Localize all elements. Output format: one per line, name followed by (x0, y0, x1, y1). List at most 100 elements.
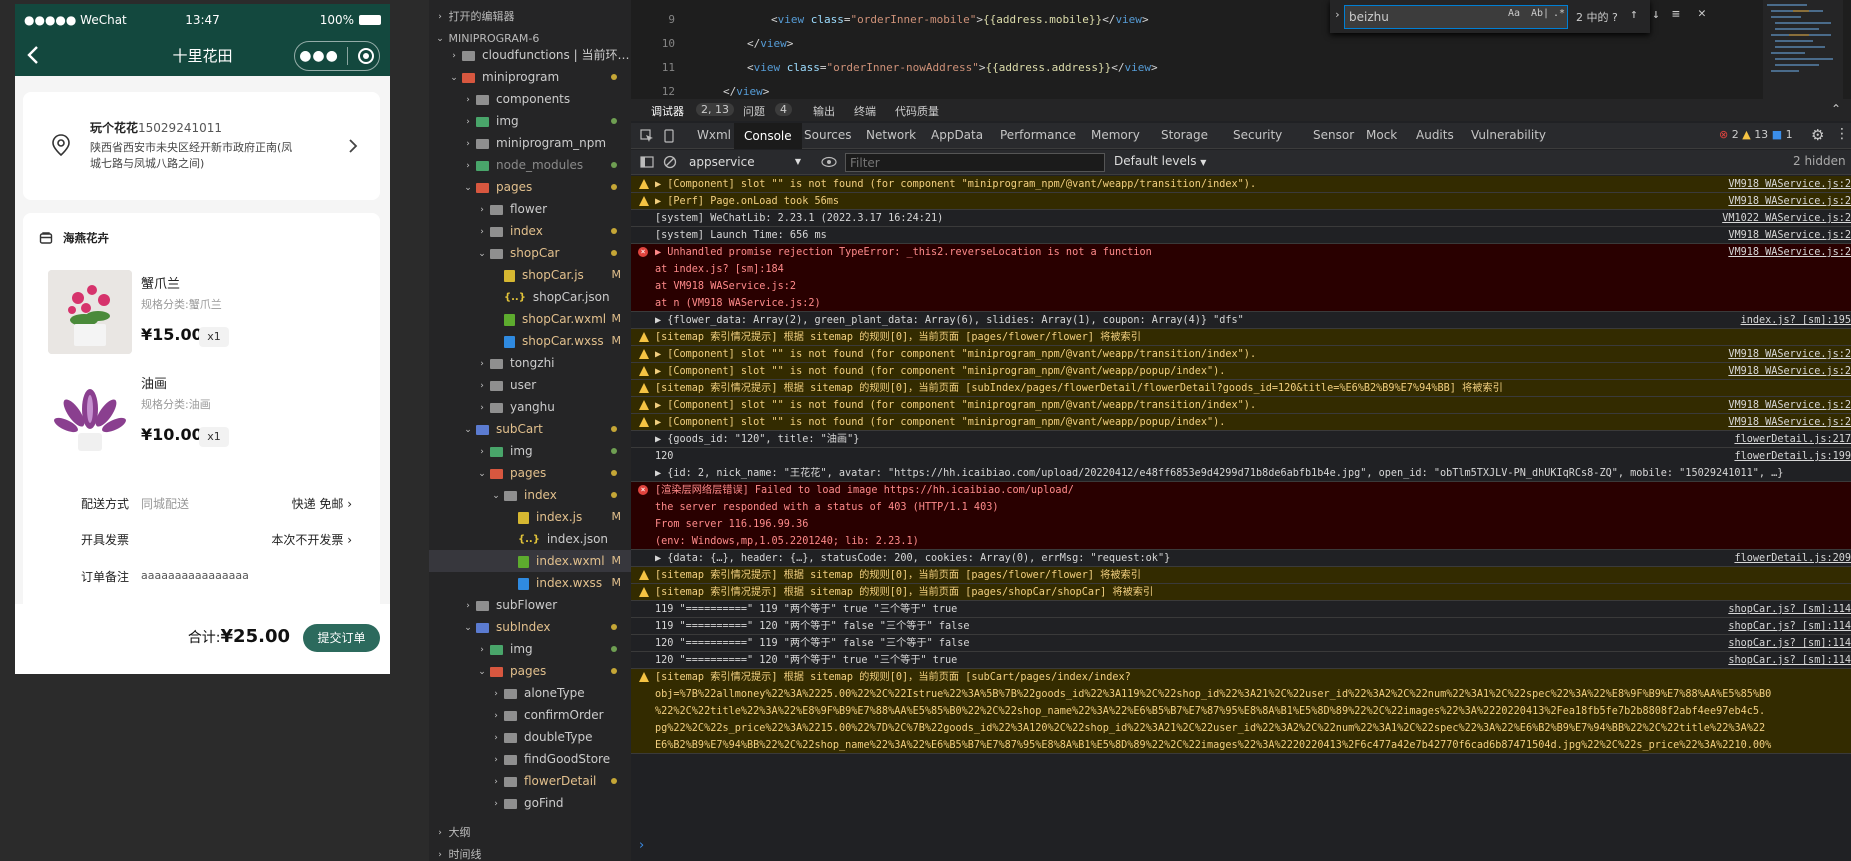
chevron-down-icon[interactable]: ⌄ (477, 661, 487, 683)
chevron-down-icon[interactable]: ⌄ (477, 243, 487, 265)
tree-item[interactable]: › subFlower (429, 594, 631, 616)
tree-item[interactable]: › user (429, 374, 631, 396)
chevron-right-icon[interactable]: › (491, 771, 501, 793)
console-filter-input[interactable] (845, 153, 1105, 172)
chevron-down-icon[interactable]: ⌄ (491, 485, 501, 507)
console-message[interactable]: ▶ {data: {…}, header: {…}, statusCode: 2… (631, 550, 1851, 567)
tab-memory[interactable]: Memory (1091, 128, 1140, 142)
log-levels-dropdown[interactable]: Default levels ▼ (1114, 154, 1206, 168)
address-card[interactable]: 玩个花花15029241011 陕西省西安市未央区经开新市政府正南(凤 城七路与… (23, 92, 380, 200)
tree-item[interactable]: {..} index.json (429, 528, 631, 550)
debugger-tab[interactable]: 调试器 (651, 103, 684, 119)
previous-match-icon[interactable]: ↑ (1630, 7, 1638, 22)
match-case-icon[interactable]: Aa (1508, 8, 1520, 19)
live-expression-eye-icon[interactable] (821, 155, 837, 169)
tree-item[interactable]: › goFind (429, 792, 631, 814)
console-message[interactable]: 120 "==========" 120 "两个等于" true "三个等于" … (631, 652, 1851, 669)
chevron-right-icon[interactable]: › (491, 727, 501, 749)
chevron-right-icon[interactable]: › (491, 749, 501, 771)
console-message[interactable]: [sitemap 索引情况提示] 根据 sitemap 的规则[0]，当前页面 … (631, 567, 1851, 584)
settings-gear-icon[interactable]: ⚙ (1811, 126, 1824, 144)
chevron-right-icon[interactable]: › (491, 683, 501, 705)
inspect-element-icon[interactable] (640, 129, 654, 143)
collapse-panel-icon[interactable]: ⌃ (1831, 102, 1841, 116)
console-message[interactable]: ▶ {flower_data: Array(2), green_plant_da… (631, 312, 1851, 329)
tree-item[interactable]: › img (429, 440, 631, 462)
tab-sources[interactable]: Sources (804, 128, 851, 142)
source-link[interactable]: VM918 WAService.js:2 (1728, 244, 1851, 261)
chevron-right-icon[interactable]: › (477, 397, 487, 419)
tree-item[interactable]: › index (429, 220, 631, 242)
chevron-right-icon[interactable]: › (463, 133, 473, 155)
tab-mock[interactable]: Mock (1366, 128, 1397, 142)
source-link[interactable]: flowerDetail.js:199 (1734, 448, 1851, 465)
tab-performance[interactable]: Performance (1000, 128, 1076, 142)
console-message-counts[interactable]: ⊗ 2 ▲ 13 ■ 1 (1719, 128, 1793, 141)
more-options-icon[interactable]: ⋮ (1835, 126, 1849, 142)
tree-item[interactable]: shopCar.wxss M (429, 330, 631, 352)
tree-item[interactable]: › tongzhi (429, 352, 631, 374)
console-message[interactable]: ▶ [Component] slot "" is not found (for … (631, 414, 1851, 431)
timeline-section[interactable]: › 时间线 (429, 844, 631, 861)
tree-item[interactable]: {..} shopCar.json (429, 286, 631, 308)
code-editor[interactable]: 9 <view class="orderInner-mobile">{{addre… (631, 0, 1851, 99)
tree-item[interactable]: ⌄ pages (429, 462, 631, 484)
terminal-tab[interactable]: 终端 (854, 103, 876, 119)
more-dots-icon[interactable]: ●●● (299, 48, 339, 64)
chevron-right-icon[interactable]: › (491, 793, 501, 815)
console-message[interactable]: 120 "==========" 119 "两个等于" false "三个等于"… (631, 635, 1851, 652)
find-in-selection-icon[interactable]: ≡ (1672, 7, 1680, 22)
console-message[interactable]: ▶ [Component] slot "" is not found (for … (631, 176, 1851, 193)
console-message[interactable]: 119 "==========" 119 "两个等于" true "三个等于" … (631, 601, 1851, 618)
chevron-down-icon[interactable]: ⌄ (463, 177, 473, 199)
chevron-right-icon[interactable]: › (477, 441, 487, 463)
sidebar-toggle-icon[interactable] (640, 155, 654, 169)
tree-item[interactable]: › node_modules (429, 154, 631, 176)
submit-order-button[interactable]: 提交订单 (303, 624, 380, 652)
console-message[interactable]: ▶ [Component] slot "" is not found (for … (631, 363, 1851, 380)
source-link[interactable]: shopCar.js? [sm]:114 (1728, 635, 1851, 651)
chevron-right-icon[interactable]: › (449, 45, 459, 67)
tree-item[interactable]: ⌄ subCart (429, 418, 631, 440)
tree-item[interactable]: ⌄ pages (429, 176, 631, 198)
console-message[interactable]: × ▶ Unhandled promise rejection TypeError… (631, 244, 1851, 312)
tree-item[interactable]: › aloneType (429, 682, 631, 704)
chevron-right-icon[interactable]: › (463, 89, 473, 111)
tree-item[interactable]: › flowerDetail (429, 770, 631, 792)
delivery-option[interactable]: 快递 免邮 › (292, 495, 352, 512)
outline-section[interactable]: › 大纲 (429, 822, 631, 844)
tree-item[interactable]: shopCar.js M (429, 264, 631, 286)
remark-input[interactable]: aaaaaaaaaaaaaaaa (141, 569, 249, 582)
source-link[interactable]: index.js? [sm]:195 (1741, 312, 1851, 328)
next-match-icon[interactable]: ↓ (1652, 7, 1660, 22)
tree-item[interactable]: index.js M (429, 506, 631, 528)
chevron-right-icon[interactable]: › (491, 705, 501, 727)
source-link[interactable]: shopCar.js? [sm]:114 (1728, 618, 1851, 634)
source-link[interactable]: VM918 WAService.js:2 (1728, 176, 1851, 192)
source-link[interactable]: VM918 WAService.js:2 (1728, 193, 1851, 209)
chevron-right-icon[interactable]: › (477, 353, 487, 375)
invoice-option[interactable]: 本次不开发票 › (271, 531, 352, 548)
source-link[interactable]: VM918 WAService.js:2 (1728, 363, 1851, 379)
console-message[interactable]: [sitemap 索引情况提示] 根据 sitemap 的规则[0]，当前页面 … (631, 329, 1851, 346)
tab-appdata[interactable]: AppData (931, 128, 983, 142)
tab-console[interactable]: Console (734, 123, 802, 149)
source-link[interactable]: flowerDetail.js:217 (1734, 431, 1851, 447)
console-message[interactable]: [sitemap 索引情况提示] 根据 sitemap 的规则[0]，当前页面 … (631, 669, 1851, 754)
chevron-right-icon[interactable]: › (463, 111, 473, 133)
open-editors-section[interactable]: › 打开的编辑器 (429, 6, 631, 28)
tab-audits[interactable]: Audits (1416, 128, 1454, 142)
tree-item[interactable]: › confirmOrder (429, 704, 631, 726)
console-message[interactable]: ▶ [Perf] Page.onLoad took 56ms VM918 WASe… (631, 193, 1851, 210)
source-link[interactable]: VM918 WAService.js:2 (1728, 227, 1851, 243)
tab-wxml[interactable]: Wxml (697, 128, 731, 142)
source-link[interactable]: VM1022 WAService.js:2 (1722, 210, 1851, 226)
clear-console-icon[interactable] (663, 155, 677, 169)
console-log[interactable]: ▶ [Component] slot "" is not found (for … (631, 176, 1851, 861)
tree-item[interactable]: index.wxss M (429, 572, 631, 594)
console-message[interactable]: 119 "==========" 120 "两个等于" false "三个等于"… (631, 618, 1851, 635)
chevron-right-icon[interactable]: › (477, 375, 487, 397)
console-message[interactable]: [sitemap 索引情况提示] 根据 sitemap 的规则[0]，当前页面 … (631, 380, 1851, 397)
tab-network[interactable]: Network (866, 128, 916, 142)
device-toolbar-icon[interactable] (662, 129, 676, 143)
